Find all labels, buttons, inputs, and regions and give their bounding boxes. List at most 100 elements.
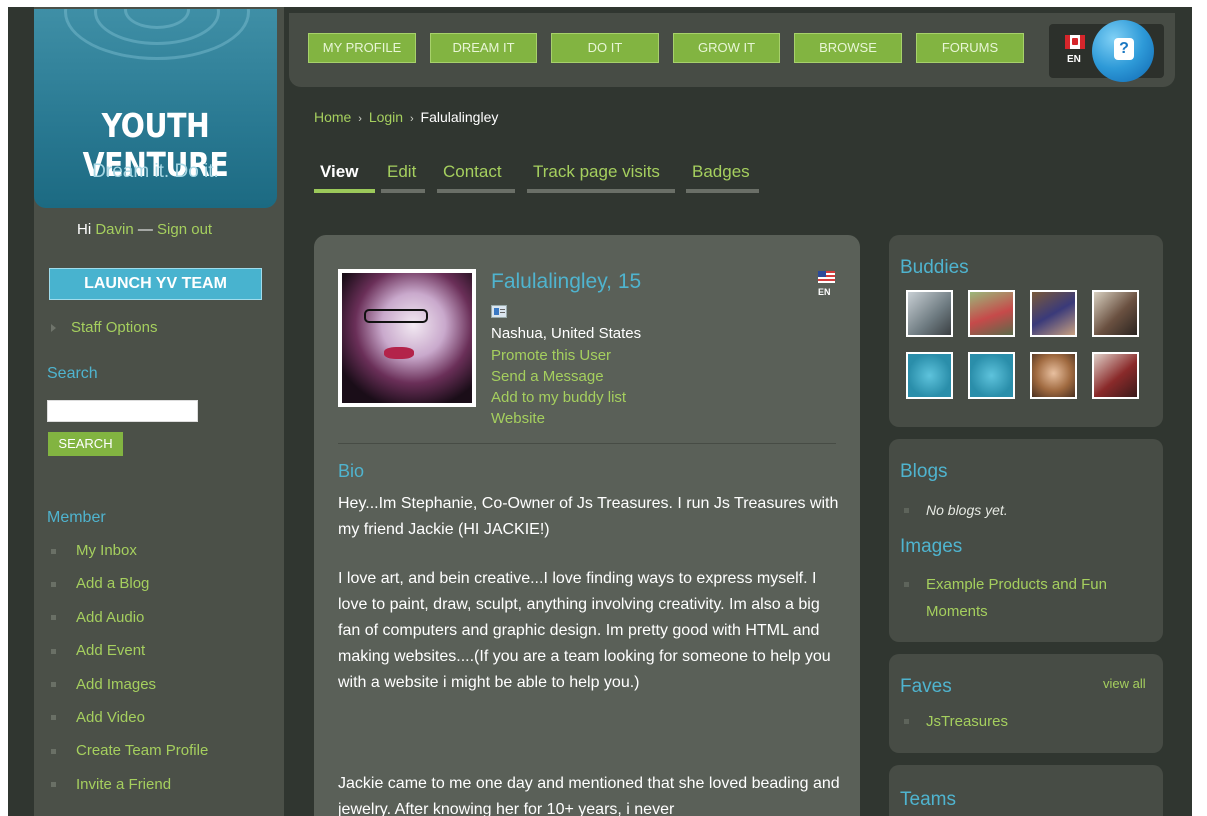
bullet-icon	[51, 548, 56, 554]
launch-yv-team-button[interactable]: LAUNCH YV TEAM	[49, 268, 262, 300]
member-item-label: Add a Blog	[76, 575, 150, 593]
tab-underline	[381, 189, 425, 193]
id-card-icon	[491, 305, 507, 318]
teams-heading: Teams	[900, 789, 956, 810]
nav-grow-it-button[interactable]: GROW IT	[673, 33, 780, 63]
arrow-right-icon	[51, 324, 56, 333]
buddy-thumbnail[interactable]	[1092, 352, 1139, 399]
youth-venture-logo[interactable]: YOUTH VENTURE Dream it. Do it.	[34, 9, 277, 208]
blogs-images-panel: Blogs No blogs yet. Images Example Produ…	[889, 439, 1163, 642]
left-sidebar: YOUTH VENTURE Dream it. Do it. Hi Davin …	[34, 7, 284, 816]
profile-name: Falulalingley, 15	[491, 270, 642, 293]
staff-options-link[interactable]: Staff Options	[51, 319, 157, 336]
buddy-thumbnail[interactable]	[906, 290, 953, 337]
tab-underline-active	[314, 189, 375, 193]
tab-edit[interactable]: Edit	[387, 162, 416, 182]
no-blogs-item: No blogs yet.	[904, 497, 1008, 524]
nav-browse-button[interactable]: BROWSE	[794, 33, 902, 63]
sign-out-link[interactable]: Sign out	[157, 221, 212, 238]
member-item-add-audio[interactable]: Add Audio	[51, 609, 208, 642]
globe-icon[interactable]: ?	[1092, 20, 1154, 82]
bio-paragraph: Hey...Im Stephanie, Co-Owner of Js Treas…	[338, 495, 839, 538]
canada-flag-icon[interactable]	[1065, 35, 1085, 49]
profile-language-code: EN	[818, 287, 831, 297]
tab-underline	[527, 189, 675, 193]
bullet-icon	[51, 682, 56, 688]
bullet-icon	[904, 582, 909, 587]
logo-tagline: Dream it. Do it.	[92, 161, 219, 182]
help-icon[interactable]: ?	[1114, 38, 1134, 60]
nav-forums-button[interactable]: FORUMS	[916, 33, 1024, 63]
member-item-create-team-profile[interactable]: Create Team Profile	[51, 742, 208, 775]
tab-badges[interactable]: Badges	[692, 162, 750, 182]
member-item-label: Add Event	[76, 642, 146, 660]
view-all-link[interactable]: view all	[1103, 676, 1146, 691]
no-blogs-text: No blogs yet.	[926, 502, 1008, 518]
add-buddy-link[interactable]: Add to my buddy list	[491, 389, 626, 406]
teams-panel: Teams	[889, 765, 1163, 816]
search-heading: Search	[47, 365, 98, 382]
member-item-label: Add Images	[76, 675, 157, 693]
buddies-panel: Buddies	[889, 235, 1163, 427]
member-menu: My Inbox Add a Blog Add Audio Add Event …	[51, 542, 208, 809]
nav-do-it-button[interactable]: DO IT	[551, 33, 659, 63]
blogs-heading: Blogs	[900, 461, 948, 482]
tab-track-page-visits[interactable]: Track page visits	[533, 162, 660, 182]
breadcrumb-current: Falulalingley	[420, 109, 499, 125]
divider	[338, 443, 836, 444]
bio-heading: Bio	[338, 461, 365, 481]
faves-item-label: JsTreasures	[926, 713, 1008, 730]
member-item-label: Invite a Friend	[76, 775, 172, 793]
faves-item[interactable]: JsTreasures	[904, 708, 1008, 735]
member-item-add-blog[interactable]: Add a Blog	[51, 575, 208, 608]
search-button[interactable]: SEARCH	[48, 432, 123, 456]
tab-underline	[437, 189, 515, 193]
bullet-icon	[51, 615, 56, 621]
buddy-thumbnail[interactable]	[968, 290, 1015, 337]
bullet-icon	[51, 782, 56, 788]
member-item-add-video[interactable]: Add Video	[51, 709, 208, 742]
faves-panel: Faves view all JsTreasures	[889, 654, 1163, 753]
images-item[interactable]: Example Products and Fun Moments	[904, 571, 1134, 625]
nav-my-profile-button[interactable]: MY PROFILE	[308, 33, 416, 63]
buddy-thumbnail[interactable]	[968, 352, 1015, 399]
member-item-label: Add Video	[76, 708, 145, 726]
user-greeting: Hi Davin — Sign out	[77, 221, 212, 238]
us-flag-icon	[818, 271, 835, 283]
staff-options-label: Staff Options	[71, 319, 158, 336]
promote-user-link[interactable]: Promote this User	[491, 347, 611, 364]
buddy-thumbnail[interactable]	[906, 352, 953, 399]
send-message-link[interactable]: Send a Message	[491, 368, 604, 385]
tab-underline	[686, 189, 759, 193]
member-item-add-images[interactable]: Add Images	[51, 676, 208, 709]
nav-dream-it-button[interactable]: DREAM IT	[430, 33, 537, 63]
page-frame: YOUTH VENTURE Dream it. Do it. Hi Davin …	[8, 7, 1192, 816]
bio-paragraph: I love art, and bein creative...I love f…	[338, 570, 831, 691]
buddy-thumbnail[interactable]	[1092, 290, 1139, 337]
bullet-icon	[904, 719, 909, 724]
bullet-icon	[51, 748, 56, 754]
profile-location: Nashua, United States	[491, 325, 642, 342]
bio-paragraph: Jackie came to me one day and mentioned …	[338, 775, 840, 816]
profile-avatar	[338, 269, 476, 407]
member-item-invite-friend[interactable]: Invite a Friend	[51, 776, 208, 809]
member-item-add-event[interactable]: Add Event	[51, 642, 208, 675]
faves-heading: Faves	[900, 676, 952, 697]
breadcrumb-login[interactable]: Login	[369, 109, 403, 125]
buddy-thumbnail[interactable]	[1030, 290, 1077, 337]
bullet-icon	[51, 648, 56, 654]
member-item-label: Add Audio	[76, 608, 145, 626]
greeting-dash: —	[137, 221, 153, 238]
tab-contact[interactable]: Contact	[443, 162, 502, 182]
search-input[interactable]	[47, 400, 198, 422]
tab-view[interactable]: View	[320, 162, 358, 182]
member-item-my-inbox[interactable]: My Inbox	[51, 542, 208, 575]
top-nav-bar: MY PROFILE DREAM IT DO IT GROW IT BROWSE…	[289, 13, 1175, 87]
buddy-thumbnail[interactable]	[1030, 352, 1077, 399]
member-item-label: Create Team Profile	[76, 742, 209, 760]
language-code[interactable]: EN	[1067, 54, 1081, 65]
bullet-icon	[51, 581, 56, 587]
username-link[interactable]: Davin	[95, 221, 133, 238]
website-link[interactable]: Website	[491, 410, 545, 427]
breadcrumb-home[interactable]: Home	[314, 109, 351, 125]
